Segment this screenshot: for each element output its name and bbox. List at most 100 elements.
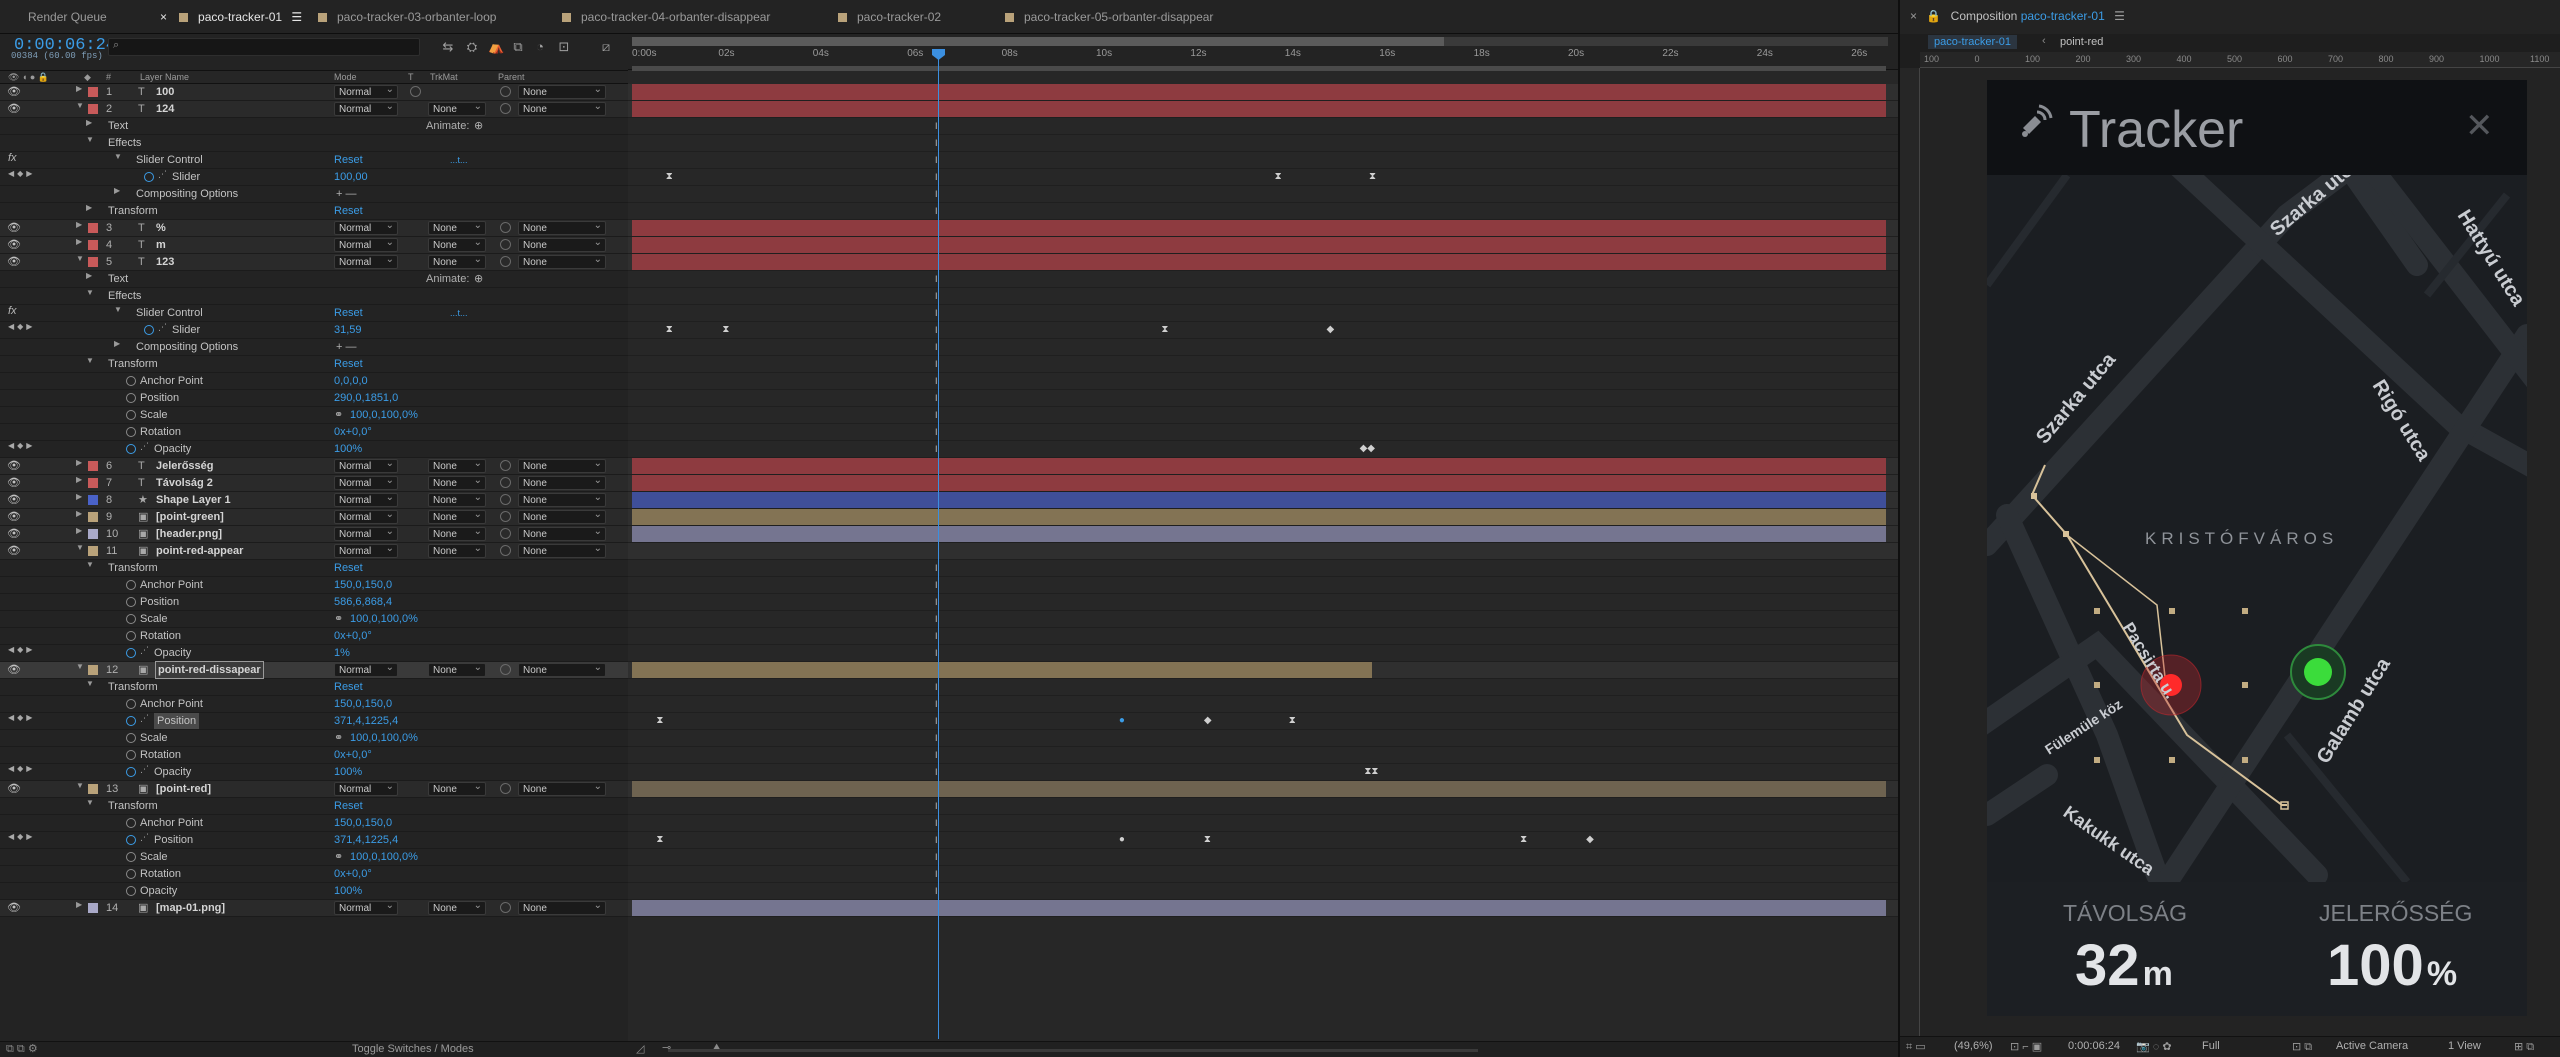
layer-name[interactable]: 100	[156, 84, 174, 100]
layer-duration-bar[interactable]	[632, 84, 1886, 100]
footer-icons-right[interactable]: ⊡ ⧉	[2292, 1040, 2312, 1054]
layer-duration-bar[interactable]	[632, 220, 1886, 236]
keyframe[interactable]: ⧗	[656, 835, 663, 845]
graph-icon[interactable]: ⋰	[140, 764, 149, 775]
property-value[interactable]: 100,00	[334, 169, 368, 185]
blend-mode-dropdown[interactable]: Normal	[334, 542, 398, 558]
trkmat-dropdown[interactable]: None	[428, 542, 486, 558]
property-row[interactable]: Rotation 0x+0,0°	[0, 747, 628, 764]
track-row[interactable]: I	[628, 798, 1898, 815]
column-layer-name[interactable]: Layer Name	[140, 72, 189, 82]
track-row[interactable]: I	[628, 339, 1898, 356]
constrain-proportions-icon[interactable]: ⚭	[334, 407, 343, 423]
parent-dropdown[interactable]: None	[518, 899, 606, 915]
effect-fx-icon[interactable]: fx	[8, 152, 17, 164]
stopwatch-icon[interactable]	[126, 614, 136, 624]
property-group-row[interactable]: ▼ Effects	[0, 288, 628, 305]
composition-mini-flowchart-icon[interactable]: ⇆	[440, 39, 456, 55]
label-color-swatch[interactable]	[88, 223, 98, 233]
graph-editor-icon[interactable]: ⊡	[556, 39, 572, 55]
track-row[interactable]: I	[628, 747, 1898, 764]
layer-duration-bar[interactable]	[632, 900, 1886, 916]
visibility-eye-icon[interactable]: 👁	[7, 527, 21, 540]
property-row[interactable]: Scale ⚭ 100,0,100,0%	[0, 849, 628, 866]
parent-pickwhip-icon[interactable]	[500, 460, 511, 471]
parent-pickwhip-icon[interactable]	[500, 494, 511, 505]
visibility-eye-icon[interactable]: 👁	[7, 544, 21, 557]
expand-triangle-icon[interactable]: ▶	[76, 475, 82, 484]
stopwatch-icon[interactable]	[126, 393, 136, 403]
parent-pickwhip-icon[interactable]	[500, 545, 511, 556]
keyframe[interactable]: ⧗	[1204, 835, 1211, 845]
expand-triangle-icon[interactable]: ▼	[76, 101, 84, 110]
property-row[interactable]: Opacity 100%	[0, 883, 628, 900]
blend-mode-dropdown[interactable]: Normal	[334, 236, 398, 252]
visibility-eye-icon[interactable]: 👁	[7, 238, 21, 251]
animate-menu[interactable]: + —	[336, 186, 356, 202]
keyframe-navigator-icon[interactable]: ◀◆▶	[8, 169, 35, 178]
track-row[interactable]	[628, 900, 1898, 917]
property-row[interactable]: Anchor Point 150,0,150,0	[0, 696, 628, 713]
animate-menu[interactable]: + —	[336, 339, 356, 355]
layer-duration-bar[interactable]	[632, 492, 1886, 508]
property-row[interactable]: ◀◆▶ ⋰ Slider 100,00	[0, 169, 628, 186]
close-icon[interactable]: ×	[1910, 9, 1917, 23]
property-row[interactable]: Scale ⚭ 100,0,100,0%	[0, 611, 628, 628]
expand-triangle-icon[interactable]: ▼	[86, 288, 94, 297]
footer-icons-left[interactable]: ⌗ ▭	[1906, 1040, 1926, 1054]
track-row[interactable]: I	[628, 679, 1898, 696]
property-value[interactable]: 100,0,100,0%	[350, 849, 418, 865]
track-row[interactable]: I	[628, 849, 1898, 866]
property-row[interactable]: ◀◆▶ ⋰ Slider 31,59	[0, 322, 628, 339]
expand-triangle-icon[interactable]: ▶	[76, 458, 82, 467]
stopwatch-icon[interactable]	[126, 716, 136, 726]
layer-name[interactable]: [point-green]	[156, 509, 224, 525]
property-group-row[interactable]: ▼ Transform Reset	[0, 679, 628, 696]
keyframe-navigator-icon[interactable]: ◀◆▶	[8, 645, 35, 654]
parent-dropdown[interactable]: None	[518, 83, 606, 99]
stopwatch-icon[interactable]	[126, 699, 136, 709]
layer-row[interactable]: 👁 ▶ 9 ▣ [point-green] Normal None None	[0, 508, 628, 526]
keyframe[interactable]: ⧗	[1369, 172, 1376, 182]
property-group-row[interactable]: fx ▼ Slider Control Reset ...t...	[0, 152, 628, 169]
track-row[interactable]: I	[628, 271, 1898, 288]
layer-duration-bar[interactable]	[632, 509, 1886, 525]
property-value[interactable]: 290,0,1851,0	[334, 390, 398, 406]
label-color-swatch[interactable]	[88, 546, 98, 556]
track-row[interactable]: I	[628, 203, 1898, 220]
visibility-eye-icon[interactable]: 👁	[7, 901, 21, 914]
expand-triangle-icon[interactable]: ▶	[86, 271, 92, 280]
trkmat-dropdown[interactable]: None	[428, 474, 486, 490]
graph-icon[interactable]: ⋰	[140, 832, 149, 843]
time-navigator[interactable]	[632, 37, 1888, 46]
parent-dropdown[interactable]: None	[518, 219, 606, 235]
parent-pickwhip-icon[interactable]	[500, 239, 511, 250]
layer-row[interactable]: 👁 ▶ 4 Tm Normal None None	[0, 236, 628, 254]
property-row[interactable]: ◀◆▶ ⋰ Opacity 100%	[0, 764, 628, 781]
expand-triangle-icon[interactable]: ▼	[86, 356, 94, 365]
layer-name[interactable]: Távolság 2	[156, 475, 213, 491]
expand-triangle-icon[interactable]: ▼	[114, 305, 122, 314]
track-row[interactable]: I ⧗ ⧗ ⧗	[628, 169, 1898, 186]
stopwatch-icon[interactable]	[126, 376, 136, 386]
keyframe-navigator-icon[interactable]: ◀◆▶	[8, 322, 35, 331]
track-row[interactable]	[628, 662, 1898, 679]
layer-row[interactable]: 👁 ▶ 10 ▣ [header.png] Normal None None	[0, 525, 628, 543]
stopwatch-icon[interactable]	[126, 835, 136, 845]
layer-row[interactable]: 👁 ▶ 1 T 100 Normal None	[0, 83, 628, 101]
stopwatch-icon[interactable]	[126, 427, 136, 437]
layer-row[interactable]: 👁 ▶ 8 ★ Shape Layer 1 Normal None None	[0, 491, 628, 509]
expand-triangle-icon[interactable]: ▶	[86, 203, 92, 212]
layer-name[interactable]: m	[156, 237, 166, 253]
tab-2[interactable]: paco-tracker-03-orbanter-loop	[318, 8, 496, 26]
reset-link[interactable]: Reset	[334, 203, 363, 219]
layer-row[interactable]: 👁 ▼ 12 ▣ point-red-dissapear Normal None None	[0, 661, 628, 679]
effect-extra-link[interactable]: ...t...	[450, 152, 468, 168]
stopwatch-icon[interactable]	[126, 580, 136, 590]
breadcrumb-comp[interactable]: paco-tracker-01	[1928, 35, 2018, 49]
property-group-row[interactable]: ▼ Transform Reset	[0, 798, 628, 815]
layer-duration-bar[interactable]	[632, 526, 1886, 542]
visibility-eye-icon[interactable]: 👁	[7, 85, 21, 98]
property-value[interactable]: 0x+0,0°	[334, 747, 372, 763]
property-value[interactable]: 100%	[334, 883, 362, 899]
